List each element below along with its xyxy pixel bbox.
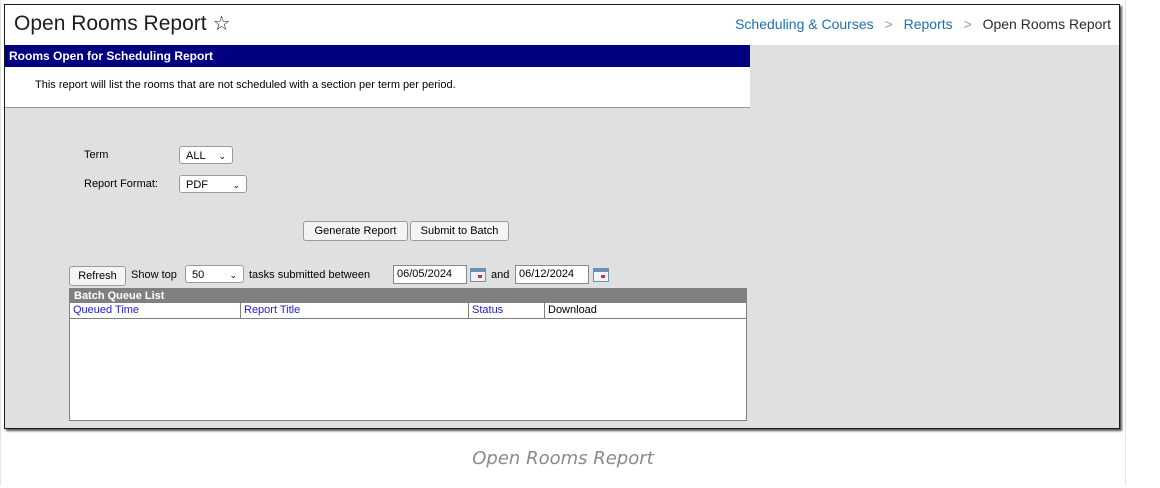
column-download: Download	[544, 303, 746, 318]
batch-queue-title: Batch Queue List	[70, 289, 746, 303]
chevron-down-icon: ⌄	[232, 180, 240, 190]
chevron-down-icon: ⌄	[218, 151, 226, 161]
description-text: This report will list the rooms that are…	[35, 79, 456, 91]
batch-queue-header: Queued Time Report Title Status Download	[70, 303, 746, 319]
breadcrumb-scheduling[interactable]: Scheduling & Courses	[735, 16, 874, 32]
breadcrumb-reports[interactable]: Reports	[904, 16, 953, 32]
refresh-button[interactable]: Refresh	[69, 266, 126, 286]
page-title-text: Open Rooms Report	[14, 12, 207, 35]
show-top-select[interactable]: 50 ⌄	[185, 265, 244, 283]
calendar-icon[interactable]	[593, 268, 609, 282]
chevron-down-icon: ⌄	[229, 270, 237, 280]
term-select[interactable]: ALL ⌄	[179, 146, 233, 164]
submit-to-batch-button[interactable]: Submit to Batch	[410, 221, 509, 241]
page-title: Open Rooms Report ☆	[14, 11, 231, 36]
top-bar: Open Rooms Report ☆ Scheduling & Courses …	[5, 5, 1119, 45]
end-date-input[interactable]: 06/12/2024	[515, 265, 589, 284]
show-top-value: 50	[192, 269, 205, 281]
column-report-title[interactable]: Report Title	[240, 303, 468, 318]
calendar-icon[interactable]	[470, 268, 486, 282]
term-label: Term	[84, 149, 109, 161]
report-description: This report will list the rooms that are…	[5, 67, 750, 108]
section-header: Rooms Open for Scheduling Report	[5, 45, 750, 67]
figure-caption: Open Rooms Report	[472, 448, 654, 469]
generate-report-button[interactable]: Generate Report	[303, 221, 408, 241]
start-date-input[interactable]: 06/05/2024	[393, 265, 467, 284]
screenshot: Open Rooms Report ☆ Scheduling & Courses …	[4, 4, 1120, 429]
and-label: and	[491, 269, 510, 281]
report-panel: Rooms Open for Scheduling Report This re…	[5, 45, 750, 427]
batch-queue-list: Batch Queue List Queued Time Report Titl…	[69, 288, 747, 421]
column-status[interactable]: Status	[468, 303, 544, 318]
show-top-label: Show top	[131, 269, 177, 281]
report-format-select[interactable]: PDF ⌄	[179, 175, 247, 193]
term-select-value: ALL	[186, 150, 206, 162]
breadcrumb-separator-icon: >	[963, 16, 972, 32]
submitted-between-label: tasks submitted between	[249, 269, 371, 281]
end-date-value: 06/12/2024	[519, 268, 575, 280]
report-format-value: PDF	[186, 179, 208, 191]
column-queued-time[interactable]: Queued Time	[70, 303, 240, 318]
breadcrumb-current: Open Rooms Report	[982, 16, 1111, 32]
report-format-label: Report Format:	[84, 178, 158, 190]
star-icon[interactable]: ☆	[213, 13, 231, 35]
start-date-value: 06/05/2024	[397, 268, 453, 280]
breadcrumb: Scheduling & Courses > Reports > Open Ro…	[735, 16, 1111, 32]
breadcrumb-separator-icon: >	[884, 16, 893, 32]
